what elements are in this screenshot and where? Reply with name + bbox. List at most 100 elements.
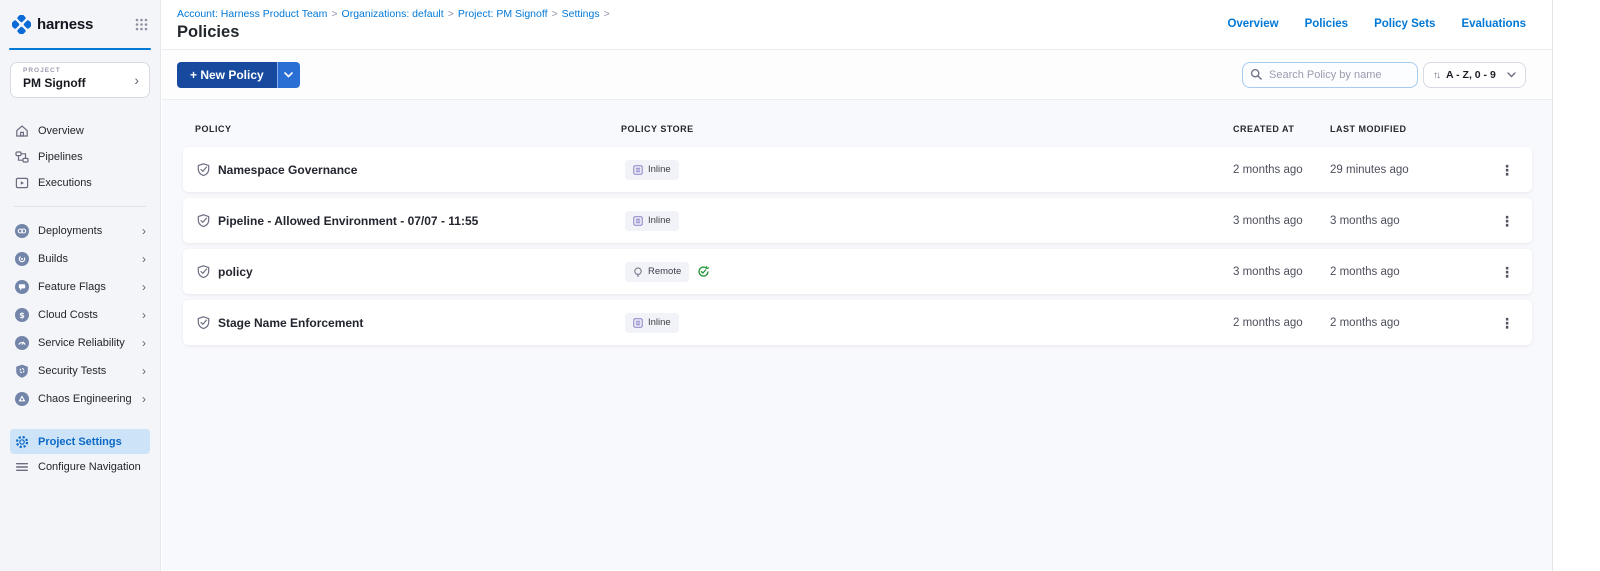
sidebar-item-label: Builds <box>38 253 68 265</box>
last-modified: 3 months ago <box>1330 215 1400 227</box>
sidebar-item-executions[interactable]: Executions <box>0 170 160 196</box>
breadcrumb-org-link[interactable]: Organizations: default <box>342 8 444 20</box>
harness-logo-icon <box>12 15 31 34</box>
chevron-right-icon: › <box>142 225 146 237</box>
project-name: PM Signoff <box>23 76 139 90</box>
sidebar-item-label: Overview <box>38 125 84 137</box>
sidebar-item-label: Cloud Costs <box>38 309 98 321</box>
harness-logo[interactable]: harness <box>12 15 93 34</box>
sidebar: harness PROJECT PM Signoff › Overview Pi… <box>0 0 161 571</box>
last-modified: 2 months ago <box>1330 317 1400 329</box>
breadcrumb-account-link[interactable]: Account: Harness Product Team <box>177 8 327 20</box>
search-input[interactable] <box>1242 62 1418 88</box>
home-icon <box>14 124 29 138</box>
inline-store-icon <box>633 165 643 175</box>
sidebar-item-overview[interactable]: Overview <box>0 118 160 144</box>
created-at: 2 months ago <box>1233 317 1303 329</box>
chaos-engineering-module-icon <box>14 392 29 406</box>
row-menu-button[interactable]: ⋮ <box>1499 163 1515 177</box>
hamburger-icon <box>14 460 29 474</box>
page-title: Policies <box>177 23 239 42</box>
tab-policy-sets[interactable]: Policy Sets <box>1374 18 1435 30</box>
policy-name: policy <box>218 265 253 279</box>
sidebar-item-label: Feature Flags <box>38 281 106 293</box>
tab-policies[interactable]: Policies <box>1305 18 1348 30</box>
sidebar-item-chaos-engineering[interactable]: Chaos Engineering › <box>0 385 160 413</box>
builds-module-icon <box>14 252 29 266</box>
pipelines-icon <box>14 150 29 164</box>
sort-arrows-icon: ↑↓ <box>1433 70 1439 81</box>
page-header: Account: Harness Product Team > Organizati… <box>162 0 1553 50</box>
policy-name: Stage Name Enforcement <box>218 316 363 330</box>
policy-row[interactable]: Namespace Governance Inline 2 months ago… <box>183 147 1532 192</box>
new-policy-dropdown-button[interactable] <box>277 62 300 88</box>
policy-row[interactable]: Pipeline - Allowed Environment - 07/07 -… <box>183 198 1532 243</box>
sidebar-item-label: Executions <box>38 177 92 189</box>
sidebar-item-builds[interactable]: Builds › <box>0 245 160 273</box>
policy-name: Namespace Governance <box>218 163 357 177</box>
policy-store-badge: Inline <box>625 211 679 231</box>
app-window: harness PROJECT PM Signoff › Overview Pi… <box>0 0 1553 571</box>
policy-store-cell: Inline <box>625 211 679 231</box>
sidebar-item-label: Project Settings <box>38 436 122 448</box>
chevron-right-icon: › <box>142 309 146 321</box>
brand-name: harness <box>37 16 93 33</box>
sidebar-item-cloud-costs[interactable]: $ Cloud Costs › <box>0 301 160 329</box>
breadcrumb: Account: Harness Product Team > Organizati… <box>177 8 614 20</box>
created-at: 3 months ago <box>1233 266 1303 278</box>
breadcrumb-settings-link[interactable]: Settings <box>562 8 600 20</box>
chevron-right-icon: › <box>142 393 146 405</box>
new-policy-button[interactable]: + New Policy <box>177 62 277 88</box>
chevron-right-icon: › <box>142 253 146 265</box>
sidebar-item-deployments[interactable]: Deployments › <box>0 217 160 245</box>
policy-store-label: Remote <box>648 266 681 277</box>
created-at: 2 months ago <box>1233 164 1303 176</box>
project-selector[interactable]: PROJECT PM Signoff › <box>10 62 150 98</box>
breadcrumb-separator: > <box>448 8 454 20</box>
created-at: 3 months ago <box>1233 215 1303 227</box>
executions-icon <box>14 176 29 190</box>
last-modified: 29 minutes ago <box>1330 164 1409 176</box>
policy-store-label: Inline <box>648 317 671 328</box>
sidebar-item-security-tests[interactable]: Security Tests › <box>0 357 160 385</box>
sidebar-item-label: Deployments <box>38 225 102 237</box>
sidebar-nav: Overview Pipelines Executions Deployment… <box>0 118 160 480</box>
project-label: PROJECT <box>23 67 139 74</box>
policy-row[interactable]: Stage Name Enforcement Inline 2 months a… <box>183 300 1532 345</box>
row-menu-button[interactable]: ⋮ <box>1499 265 1515 279</box>
sidebar-item-project-settings[interactable]: Project Settings <box>10 429 150 454</box>
app-grid-icon[interactable] <box>135 18 148 31</box>
policy-store-cell: Remote <box>625 262 710 282</box>
policy-shield-check-icon <box>196 315 211 330</box>
feature-flags-module-icon <box>14 280 29 294</box>
sidebar-divider <box>14 206 146 207</box>
sidebar-item-pipelines[interactable]: Pipelines <box>0 144 160 170</box>
gear-icon <box>14 435 29 449</box>
sidebar-item-label: Pipelines <box>38 151 83 163</box>
sidebar-item-feature-flags[interactable]: Feature Flags › <box>0 273 160 301</box>
chevron-down-icon <box>1507 72 1516 78</box>
tab-evaluations[interactable]: Evaluations <box>1461 18 1526 30</box>
sidebar-item-label: Security Tests <box>38 365 106 377</box>
sidebar-item-service-reliability[interactable]: Service Reliability › <box>0 329 160 357</box>
policy-store-badge: Inline <box>625 313 679 333</box>
row-menu-button[interactable]: ⋮ <box>1499 316 1515 330</box>
last-modified: 2 months ago <box>1330 266 1400 278</box>
sidebar-item-configure-navigation[interactable]: Configure Navigation <box>0 454 160 480</box>
search-box <box>1242 62 1418 88</box>
chevron-right-icon: › <box>142 337 146 349</box>
policies-table: POLICY POLICY STORE CREATED AT LAST MODI… <box>162 100 1553 570</box>
breadcrumb-project-link[interactable]: Project: PM Signoff <box>458 8 548 20</box>
policy-shield-check-icon <box>196 162 211 177</box>
chevron-right-icon: › <box>134 72 139 88</box>
sort-dropdown[interactable]: ↑↓ A - Z, 0 - 9 <box>1423 62 1526 88</box>
search-icon <box>1250 68 1263 81</box>
tab-overview[interactable]: Overview <box>1227 18 1278 30</box>
policy-row[interactable]: policy Remote 3 months ago 2 months ago … <box>183 249 1532 294</box>
policy-store-badge: Remote <box>625 262 689 282</box>
breadcrumb-separator: > <box>331 8 337 20</box>
row-menu-button[interactable]: ⋮ <box>1499 214 1515 228</box>
policy-tabs: Overview Policies Policy Sets Evaluation… <box>1227 18 1526 30</box>
new-policy-split-button: + New Policy <box>177 62 300 88</box>
inline-store-icon <box>633 318 643 328</box>
